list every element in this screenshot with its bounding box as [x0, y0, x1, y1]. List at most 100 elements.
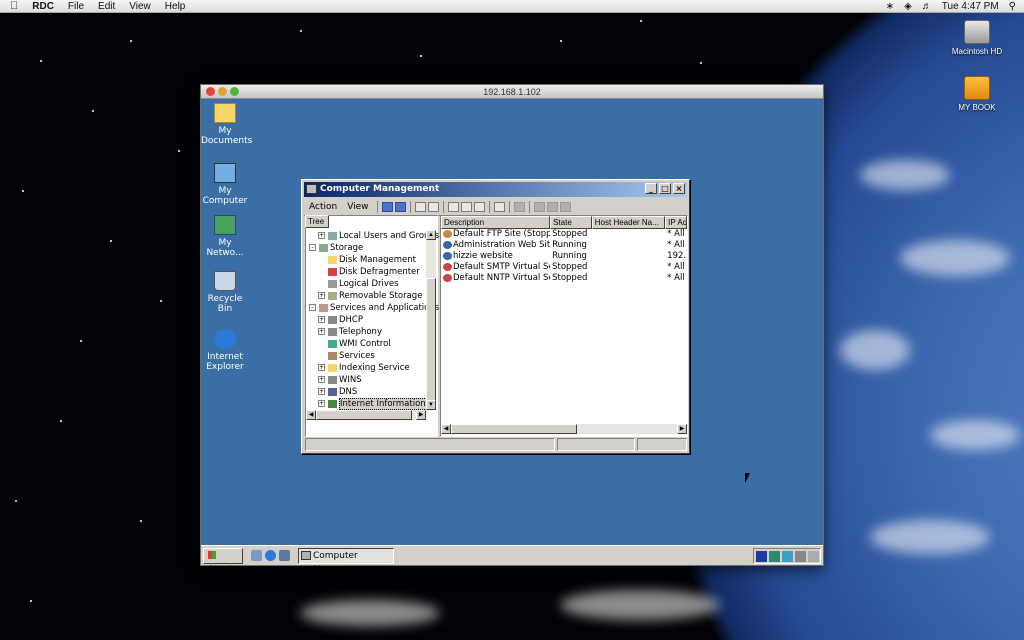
- tree-item[interactable]: Disk Defragmenter: [328, 266, 420, 278]
- tree-item[interactable]: Logical Drives: [328, 278, 399, 290]
- tree-item[interactable]: Disk Management: [328, 254, 416, 266]
- properties-icon[interactable]: [447, 202, 459, 212]
- tray-status-icon[interactable]: [808, 550, 819, 562]
- volume-icon[interactable]: ♬: [922, 1, 932, 12]
- column-host-header[interactable]: Host Header Na...: [591, 216, 666, 229]
- tree-item[interactable]: + DNS: [318, 386, 357, 398]
- my-computer-icon[interactable]: My Computer: [201, 163, 249, 206]
- column-ip-address[interactable]: IP Ad: [665, 216, 687, 229]
- computer-icon[interactable]: [513, 202, 525, 212]
- tree-item[interactable]: + Removable Storage: [318, 290, 422, 302]
- start-label: Start: [208, 564, 234, 575]
- tree-vertical-scrollbar[interactable]: ▲ ▼: [426, 230, 436, 410]
- spotlight-icon[interactable]: ⚲: [1009, 1, 1016, 12]
- tree-item[interactable]: Services: [328, 350, 375, 362]
- tree-tab[interactable]: Tree: [305, 215, 329, 228]
- my-book-label: MY BOOK: [958, 103, 996, 112]
- close-button[interactable]: ×: [673, 183, 685, 194]
- minimize-button[interactable]: [218, 87, 227, 96]
- scroll-down-icon[interactable]: ▼: [426, 400, 436, 410]
- play-icon[interactable]: [533, 202, 545, 212]
- minimize-button[interactable]: _: [645, 183, 657, 194]
- menu-file[interactable]: File: [68, 1, 84, 12]
- my-book-icon[interactable]: MY BOOK: [942, 76, 1012, 112]
- wifi-icon[interactable]: ◈: [904, 1, 912, 12]
- list-row[interactable]: Default SMTP Virtual Ser... Stopped * Al…: [441, 262, 687, 273]
- macintosh-hd-icon[interactable]: Macintosh HD: [942, 20, 1012, 56]
- computer-management-window: Computer Management _ □ × Action View Tr…: [301, 179, 690, 454]
- taskbar-button-computer-management[interactable]: Computer Mana...: [298, 547, 394, 575]
- tree-item[interactable]: - Services and Applications: [309, 302, 439, 314]
- my-network-icon[interactable]: My Netwo...: [201, 215, 249, 258]
- stop-icon[interactable]: [546, 202, 558, 212]
- bluetooth-icon[interactable]: ∗: [886, 1, 894, 12]
- row-description: Administration Web Site: [453, 240, 551, 250]
- scroll-thumb[interactable]: [316, 410, 412, 420]
- cm-titlebar[interactable]: Computer Management _ □ ×: [304, 182, 687, 197]
- maximize-button[interactable]: □: [659, 183, 671, 194]
- menu-app-name[interactable]: RDC: [32, 1, 54, 12]
- show-tree-icon[interactable]: [427, 202, 439, 212]
- row-state: Running: [552, 240, 587, 250]
- pause-icon[interactable]: [559, 202, 571, 212]
- my-documents-label: My Documents: [201, 126, 253, 146]
- scroll-left-icon[interactable]: ◀: [306, 410, 316, 420]
- tree-item[interactable]: + WINS: [318, 374, 362, 386]
- close-button[interactable]: [206, 87, 215, 96]
- list-row[interactable]: hizzie website Running 192.: [441, 251, 687, 262]
- tree-item[interactable]: - Storage: [309, 242, 363, 254]
- menu-view[interactable]: View: [342, 202, 373, 212]
- outlook-icon[interactable]: [279, 550, 290, 561]
- status-pane: [305, 438, 555, 451]
- column-state[interactable]: State: [550, 216, 592, 229]
- tray-monitor-icon[interactable]: [782, 550, 793, 562]
- help-icon[interactable]: [493, 202, 505, 212]
- tree-item[interactable]: WMI Control: [328, 338, 391, 350]
- apple-menu-icon[interactable]: : [10, 0, 18, 12]
- tree-item[interactable]: + Telephony: [318, 326, 382, 338]
- scroll-thumb[interactable]: [451, 424, 577, 434]
- row-ip: 192.: [667, 251, 687, 261]
- tree-item[interactable]: + Indexing Service: [318, 362, 410, 374]
- zoom-button[interactable]: [230, 87, 239, 96]
- back-icon[interactable]: [381, 202, 393, 212]
- rdc-titlebar[interactable]: 192.168.1.102: [201, 85, 823, 99]
- details-list[interactable]: Description State Host Header Na... IP A…: [440, 215, 688, 437]
- menu-view[interactable]: View: [129, 1, 151, 12]
- scroll-right-icon[interactable]: ▶: [677, 424, 687, 434]
- start-button[interactable]: Start: [203, 547, 243, 575]
- list-horizontal-scrollbar[interactable]: ◀ ▶: [441, 424, 687, 434]
- internet-explorer-icon[interactable]: Internet Explorer: [201, 329, 249, 372]
- scroll-right-icon[interactable]: ▶: [416, 410, 426, 420]
- tree-pane[interactable]: + Local Users and Groups - Storage Disk Ma…: [305, 215, 439, 437]
- windows-logo-icon: [208, 550, 216, 559]
- scroll-up-icon[interactable]: ▲: [426, 230, 436, 240]
- forward-icon[interactable]: [394, 202, 406, 212]
- tree-horizontal-scrollbar[interactable]: ◀ ▶: [306, 410, 426, 420]
- ie-logo-icon: [214, 329, 236, 349]
- tree-item[interactable]: + DHCP: [318, 314, 363, 326]
- tray-volume-icon[interactable]: [795, 550, 806, 562]
- menu-help[interactable]: Help: [165, 1, 186, 12]
- ie-quicklaunch-icon[interactable]: [265, 550, 276, 561]
- tray-network-icon[interactable]: [769, 550, 780, 562]
- tray-play-icon[interactable]: [756, 550, 767, 562]
- scroll-left-icon[interactable]: ◀: [441, 424, 451, 434]
- mac-menu-bar:  RDC File Edit View Help ∗ ◈ ♬ Tue 4:47…: [0, 0, 1024, 13]
- my-documents-icon[interactable]: My Documents: [201, 103, 253, 146]
- list-row[interactable]: Default NNTP Virtual Ser... Stopped * Al…: [441, 273, 687, 284]
- tree-item-selected[interactable]: +Internet Information Services: [318, 398, 426, 410]
- menu-edit[interactable]: Edit: [98, 1, 115, 12]
- menu-clock[interactable]: Tue 4:47 PM: [942, 1, 999, 12]
- export-icon[interactable]: [473, 202, 485, 212]
- scroll-thumb[interactable]: [426, 278, 436, 404]
- list-row[interactable]: Default FTP Site (Stopp... Stopped * All: [441, 229, 687, 240]
- list-row[interactable]: Administration Web Site Running * All: [441, 240, 687, 251]
- menu-action[interactable]: Action: [304, 202, 342, 212]
- refresh-icon[interactable]: [460, 202, 472, 212]
- recycle-bin-icon[interactable]: Recycle Bin: [201, 271, 249, 314]
- column-description[interactable]: Description: [441, 216, 551, 229]
- show-desktop-icon[interactable]: [251, 550, 262, 561]
- up-folder-icon[interactable]: [414, 202, 426, 212]
- tree-item[interactable]: + Local Users and Groups: [318, 230, 439, 242]
